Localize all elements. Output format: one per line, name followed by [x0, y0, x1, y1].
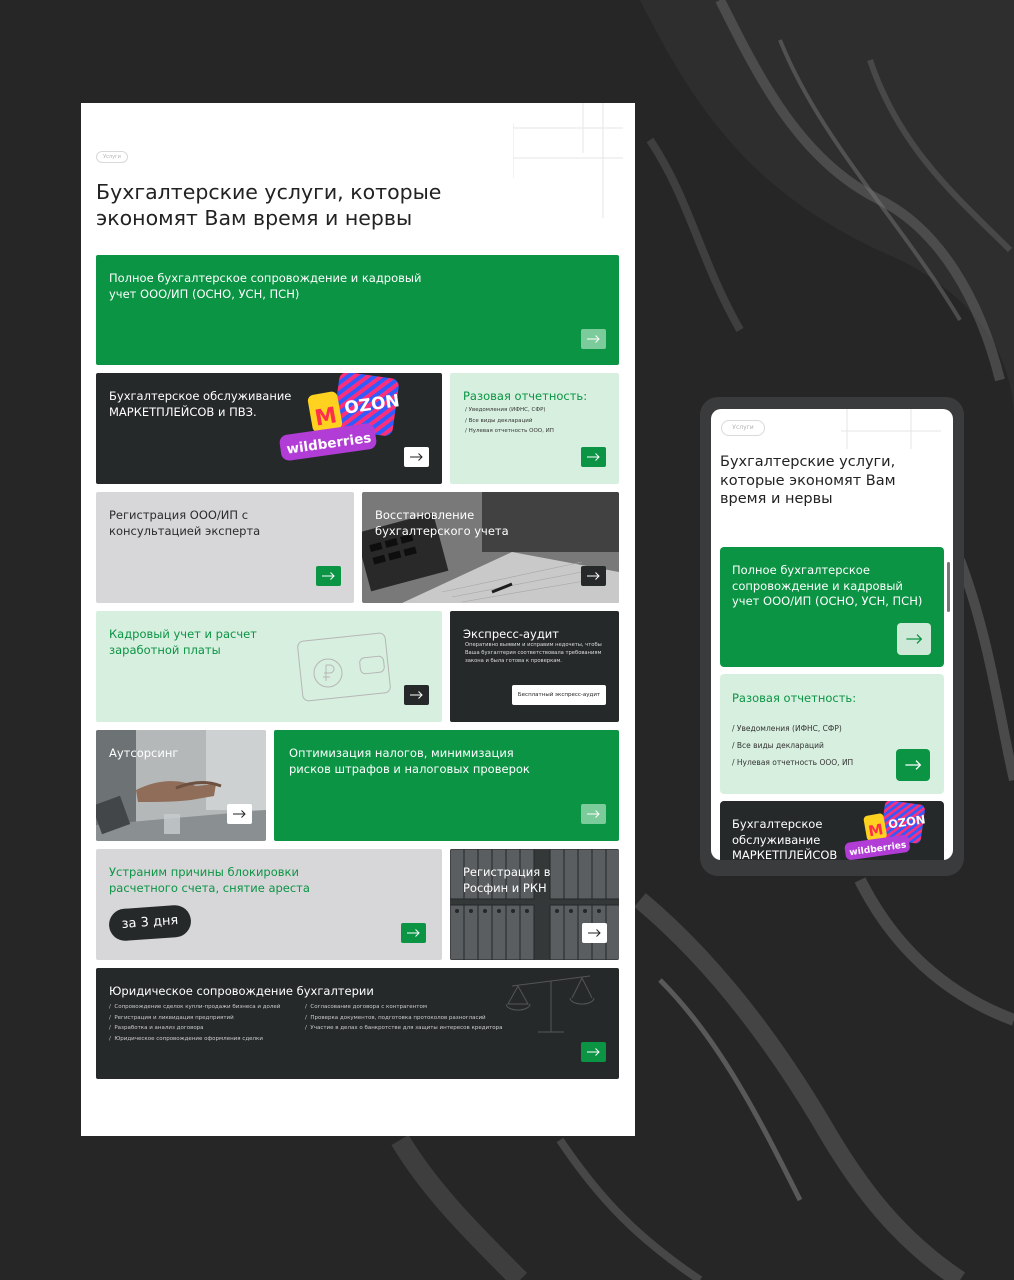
- list-item: Юридическое сопровождение оформления сде…: [114, 1035, 263, 1042]
- legal-list-right: / Согласование договора с контрагентом /…: [305, 1004, 503, 1031]
- card-restoration[interactable]: Восстановление бухгалтерского учета: [362, 492, 619, 603]
- arrow-right-icon: [410, 453, 423, 461]
- arrow-right-icon: [587, 453, 600, 461]
- card-unblock[interactable]: Устраним причины блокировки расчетного с…: [96, 849, 442, 960]
- list-item: / Нулевая отчетность ООО, ИП: [732, 758, 854, 767]
- card-tax-optimization[interactable]: Оптимизация налогов, минимизация рисков …: [274, 730, 619, 841]
- card-full-support[interactable]: Полное бухгалтерское сопровождение и кад…: [720, 547, 944, 667]
- section-tag: Услуги: [721, 420, 765, 436]
- card-title: Оптимизация налогов, минимизация рисков …: [289, 746, 530, 776]
- card-description: Оперативно выявим и исправим недочеты, ч…: [465, 642, 602, 664]
- wallet-icon: [297, 632, 391, 702]
- bullet-list: / Уведомления (ИФНС, СФР) / Все виды дек…: [732, 720, 853, 771]
- scales-icon: [506, 975, 595, 1033]
- card-title: Полное бухгалтерское сопровождение и кад…: [732, 563, 923, 608]
- card-marketplaces[interactable]: Бухгалтерское обслуживание МАРКЕТПЛЕЙСОВ…: [720, 801, 944, 860]
- card-title: Разовая отчетность:: [463, 389, 588, 403]
- page-title: Бухгалтерские услуги, которые экономят В…: [96, 180, 442, 230]
- legal-list-left: / Сопровождение сделок купли-продажи биз…: [109, 1004, 281, 1042]
- arrow-button[interactable]: [896, 749, 930, 781]
- card-rosfin[interactable]: Регистрация в Росфин и РКН: [450, 849, 619, 960]
- grid-decoration: [841, 409, 941, 449]
- card-title: Бухгалтерское обслуживание МАРКЕТПЛЕЙСОВ: [732, 817, 838, 860]
- card-express-audit[interactable]: Экспресс-аудит Оперативно выявим и испра…: [450, 611, 619, 722]
- desktop-page: Услуги Бухгалтерские услуги, которые эко…: [81, 103, 635, 1136]
- arrow-button[interactable]: [581, 804, 606, 824]
- section-tag: Услуги: [96, 151, 128, 163]
- arrow-right-icon: [407, 929, 420, 937]
- card-title: Регистрация в Росфин и РКН: [463, 865, 551, 895]
- ozon-m-text: M: [313, 403, 339, 431]
- card-title: Восстановление бухгалтерского учета: [375, 508, 509, 538]
- list-item: Согласование договора с контрагентом: [310, 1004, 427, 1010]
- card-legal[interactable]: Юридическое сопровождение бухгалтерии / …: [96, 968, 619, 1079]
- card-title: Разовая отчетность:: [732, 691, 857, 705]
- arrow-button[interactable]: [582, 923, 607, 943]
- list-item: Нулевая отчетность ООО, ИП: [468, 428, 554, 434]
- arrow-button[interactable]: [581, 447, 606, 467]
- ozon-m-text: M: [867, 821, 884, 840]
- arrow-button[interactable]: [897, 623, 931, 655]
- card-title: Кадровый учет и расчет заработной платы: [109, 627, 257, 657]
- list-item: Регистрация и ликвидация предприятий: [114, 1014, 234, 1021]
- arrow-button[interactable]: [404, 447, 429, 467]
- mobile-screen: Услуги Бухгалтерские услуги, которые эко…: [711, 409, 953, 860]
- list-item: / Все виды деклараций: [732, 741, 824, 750]
- arrow-button[interactable]: [581, 1042, 606, 1062]
- arrow-button[interactable]: [404, 685, 429, 705]
- list-item: Все виды деклараций: [468, 417, 533, 424]
- card-one-time-reporting[interactable]: Разовая отчетность: / Уведомления (ИФНС,…: [720, 674, 944, 794]
- arrow-right-icon: [587, 335, 600, 343]
- duration-badge: за 3 дня: [107, 904, 193, 942]
- free-audit-button[interactable]: Бесплатный экспресс-аудит: [512, 685, 606, 705]
- arrow-button[interactable]: [401, 923, 426, 943]
- arrow-right-icon: [322, 572, 335, 580]
- list-item: Уведомления (ИФНС, СФР): [468, 407, 546, 413]
- card-outsourcing[interactable]: Аутсорсинг: [96, 730, 266, 841]
- card-title: Аутсорсинг: [109, 746, 179, 760]
- arrow-right-icon: [905, 634, 922, 644]
- list-item: Проверка документов, подготовка протокол…: [310, 1014, 486, 1021]
- card-title: Устраним причины блокировки расчетного с…: [109, 865, 310, 895]
- card-title: Юридическое сопровождение бухгалтерии: [109, 984, 374, 998]
- list-item: Участие в делах о банкротстве для защиты…: [310, 1025, 503, 1031]
- list-item: Разработка и анализ договора: [114, 1025, 204, 1031]
- arrow-button[interactable]: [316, 566, 341, 586]
- card-hr[interactable]: Кадровый учет и расчет заработной платы: [96, 611, 442, 722]
- grid-decoration: [513, 103, 623, 218]
- arrow-right-icon: [410, 691, 423, 699]
- arrow-right-icon: [904, 760, 921, 770]
- arrow-right-icon: [233, 810, 246, 818]
- arrow-right-icon: [587, 810, 600, 818]
- card-marketplaces[interactable]: Бухгалтерское обслуживание МАРКЕТПЛЕЙСОВ…: [96, 373, 442, 484]
- arrow-button[interactable]: [581, 329, 606, 349]
- arrow-button[interactable]: [227, 804, 252, 824]
- ozon-wildberries-logo: OZON M wildberries: [844, 801, 926, 860]
- arrow-right-icon: [587, 1048, 600, 1056]
- card-full-support[interactable]: Полное бухгалтерское сопровождение и кад…: [96, 255, 619, 365]
- page-title: Бухгалтерские услуги, которые экономят В…: [720, 454, 896, 507]
- card-title: Полное бухгалтерское сопровождение и кад…: [109, 271, 422, 301]
- card-title: Регистрация ООО/ИП с консультацией экспе…: [109, 508, 261, 538]
- bullet-list: / Уведомления (ИФНС, СФР) / Все виды дек…: [465, 407, 554, 434]
- mobile-scrollbar[interactable]: [947, 562, 950, 612]
- card-one-time-reporting[interactable]: Разовая отчетность: / Уведомления (ИФНС,…: [450, 373, 619, 484]
- card-title: Экспресс-аудит: [463, 627, 559, 641]
- arrow-right-icon: [587, 572, 600, 580]
- card-registration[interactable]: Регистрация ООО/ИП с консультацией экспе…: [96, 492, 354, 603]
- list-item: / Уведомления (ИФНС, СФР): [732, 724, 842, 733]
- arrow-button[interactable]: [581, 566, 606, 586]
- list-item: Сопровождение сделок купли-продажи бизне…: [114, 1004, 281, 1010]
- phone-mockup: Услуги Бухгалтерские услуги, которые эко…: [700, 397, 964, 876]
- arrow-right-icon: [588, 929, 601, 937]
- ozon-wildberries-logo: OZON M wildberries: [279, 373, 401, 461]
